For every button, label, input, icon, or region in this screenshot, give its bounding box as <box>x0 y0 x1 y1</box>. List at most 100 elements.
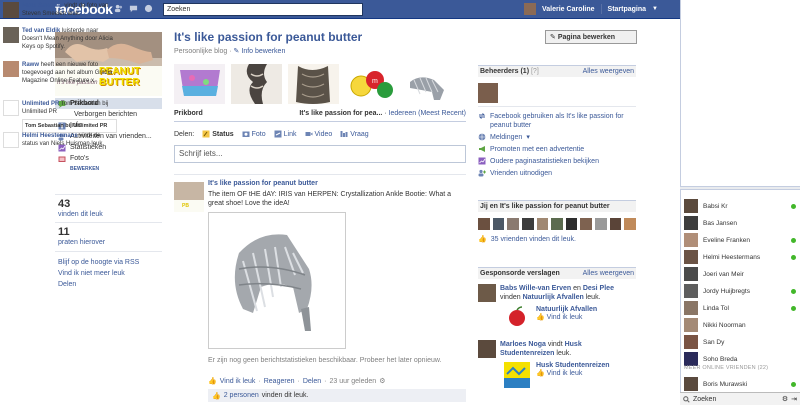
globe-icon <box>478 133 486 141</box>
chat-friend[interactable]: Bas Jansen <box>684 215 796 231</box>
friend-avatar[interactable] <box>624 218 637 230</box>
ticker-attachment: Tom Sebastian bij Unlimited PR <box>22 119 117 133</box>
sidebar-edit-link[interactable]: BEWERKEN <box>55 164 162 174</box>
filter-page-name[interactable]: It's like passion for pea... <box>299 110 382 117</box>
share-link-button[interactable]: Link <box>274 130 297 138</box>
invite-friends-link[interactable]: Vrienden uitnodigen <box>478 169 636 178</box>
chat-friend[interactable]: Joeri van Meir <box>684 266 796 282</box>
action-separator: · <box>297 377 300 385</box>
share-question-button[interactable]: Vraag <box>340 130 369 138</box>
ticker-story[interactable]: Ted van Eldik luisterde naar Doesn't Mea… <box>0 27 120 51</box>
sponsored-box: Gesponsorde verslagen Alles weergeven Ba… <box>478 267 636 388</box>
post-photo[interactable] <box>208 212 346 349</box>
chat-friend[interactable]: Linda Tol <box>684 300 796 316</box>
photo-thumbnail[interactable]: m <box>345 64 396 104</box>
chat-friend[interactable]: Eveline Franken <box>684 232 796 248</box>
sponsored-see-all-link[interactable]: Alles weergeven <box>583 270 634 277</box>
photo-thumbnail[interactable] <box>174 64 225 104</box>
apple-logo[interactable] <box>504 306 530 328</box>
chat-avatar <box>684 318 698 332</box>
share-status-button[interactable]: Status <box>202 130 234 138</box>
chat-avatar <box>684 335 698 349</box>
chat-avatar <box>684 284 698 298</box>
friend-avatar[interactable] <box>580 218 593 230</box>
likers-link[interactable]: 2 personen <box>224 392 259 399</box>
admin-avatar[interactable] <box>478 83 498 103</box>
comment-link[interactable]: Reageren <box>264 378 295 385</box>
story-person-link[interactable]: Marloes Noga <box>500 341 546 348</box>
friends-like-count-link[interactable]: 👍 35 vrienden vinden dit leuk. <box>478 235 636 244</box>
chat-search-input[interactable]: Zoeken <box>693 396 779 403</box>
talking-label-link[interactable]: praten hierover <box>58 239 105 246</box>
story-person-link[interactable]: Babs Wille-van Erven <box>500 285 571 292</box>
sponsored-like-button[interactable]: 👍 Vind ik leuk <box>536 313 597 321</box>
wall-tab[interactable]: Prikbord <box>174 110 203 121</box>
post-composer-input[interactable]: Schrijf iets... <box>174 145 466 163</box>
unlike-link[interactable]: Vind ik niet meer leuk <box>58 268 139 279</box>
friend-avatar[interactable] <box>595 218 607 230</box>
sponsored-page-title[interactable]: Natuurlijk Afvallen <box>536 306 597 313</box>
likes-label-link[interactable]: vinden dit leuk <box>58 211 103 218</box>
chat-popout-icon[interactable]: ⇥ <box>791 395 797 403</box>
ticker-story[interactable]: Niels Smeelen vindt de foto van Steven S… <box>0 2 120 18</box>
post-timestamp[interactable]: 23 uur geleden <box>329 378 376 385</box>
friend-avatar[interactable] <box>521 218 534 230</box>
share-photo-button[interactable]: Foto <box>242 130 266 138</box>
chat-options-gear-icon[interactable]: ⚙ <box>782 395 788 403</box>
use-as-page-link[interactable]: Facebook gebruiken als It's like passion… <box>478 112 636 130</box>
post-author-avatar[interactable]: PB <box>174 182 204 212</box>
story-person-link[interactable]: Desi Plee <box>583 285 614 292</box>
admins-help-link[interactable]: [?] <box>531 68 539 75</box>
photo-thumbnail[interactable] <box>288 64 339 104</box>
like-link[interactable]: Vind ik leuk <box>220 378 256 385</box>
edit-info-link[interactable]: Info bewerken <box>241 48 285 55</box>
friend-avatar[interactable] <box>551 218 563 230</box>
user-avatar[interactable] <box>524 3 536 15</box>
home-link[interactable]: Startpagina <box>608 6 647 13</box>
post-author-link[interactable]: It's like passion for peanut butter <box>208 180 318 187</box>
notifications-link[interactable]: Meldingen ▾ <box>478 133 636 142</box>
photo-thumbnail[interactable] <box>402 64 453 104</box>
chat-friend[interactable]: Jordy Huijbregts <box>684 283 796 299</box>
share-video-button[interactable]: Video <box>305 130 332 138</box>
sidebar-item-photos[interactable]: Foto's <box>55 153 162 164</box>
friend-avatar[interactable] <box>478 218 490 230</box>
story-avatar[interactable] <box>478 284 496 302</box>
husk-logo[interactable] <box>504 362 530 388</box>
sponsored-page-title[interactable]: Husk Studentenreizen <box>536 362 610 369</box>
notifications-icon[interactable] <box>144 4 153 13</box>
photo-thumbnail[interactable] <box>231 64 282 104</box>
friend-avatar[interactable] <box>507 218 519 230</box>
share-link[interactable]: Delen <box>303 378 321 385</box>
filter-mode-link[interactable]: Iedereen (Meest Recent) <box>389 110 466 117</box>
share-page-link[interactable]: Delen <box>58 279 139 290</box>
share-option-label: Vraag <box>350 130 369 138</box>
chat-friend[interactable]: Nikki Noorman <box>684 317 796 333</box>
friend-avatar[interactable] <box>536 218 549 230</box>
admins-see-all-link[interactable]: Alles weergeven <box>583 68 634 75</box>
story-page-link[interactable]: Natuurlijk Afvallen <box>523 294 584 301</box>
ticker-story[interactable]: Raww heeft een nieuwe foto toegevoegd aa… <box>0 61 120 85</box>
ticker-chat-divider[interactable] <box>680 186 800 190</box>
ticker-story[interactable]: Unlimited PR Tom Sebastian bij Unlimited… <box>0 100 120 133</box>
friend-avatar[interactable] <box>492 218 505 230</box>
chat-friend[interactable]: Helmi Heestermans <box>684 249 796 265</box>
story-avatar[interactable] <box>478 340 496 358</box>
chat-friend[interactable]: San Dy <box>684 334 796 350</box>
search-input[interactable]: Zoeken <box>163 3 363 16</box>
rss-link[interactable]: Blijf op de hoogte via RSS <box>58 257 139 268</box>
messages-icon[interactable] <box>129 4 138 13</box>
friend-avatar[interactable] <box>609 218 622 230</box>
older-insights-link[interactable]: Oudere paginastatistieken bekijken <box>478 157 636 166</box>
sponsored-like-button[interactable]: 👍 Vind ik leuk <box>536 369 610 377</box>
chat-friend[interactable]: Boris Murawski <box>684 376 796 392</box>
more-online-friends-header[interactable]: MEER ONLINE VRIENDEN (22) <box>684 365 768 371</box>
promote-ad-link[interactable]: Promoten met een advertentie <box>478 145 636 154</box>
user-name-link[interactable]: Valerie Caroline <box>542 6 595 13</box>
chat-friend[interactable]: Babsi Kr <box>684 198 796 214</box>
ticker-story[interactable]: Helmi Heestermans vindt de status van Ni… <box>0 132 120 148</box>
account-menu-icon[interactable]: ▼ <box>652 6 658 12</box>
friend-avatar[interactable] <box>565 218 578 230</box>
chat-friend-name: Boris Murawski <box>703 380 748 388</box>
edit-page-button[interactable]: ✎ Pagina bewerken <box>545 30 637 44</box>
